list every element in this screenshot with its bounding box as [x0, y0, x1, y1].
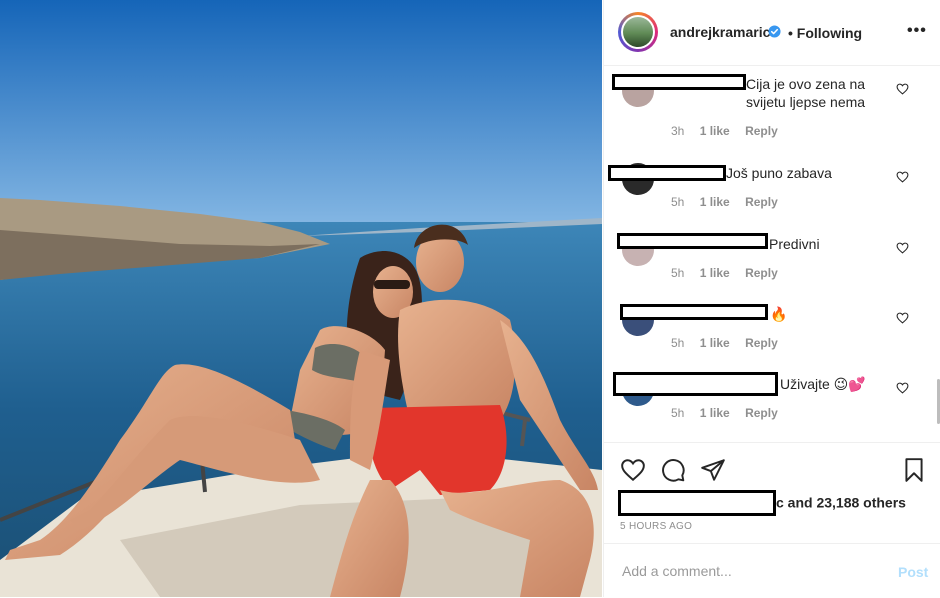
comment-time: 5h [671, 195, 685, 209]
comment-meta: 5h 1 like Reply [671, 406, 790, 420]
redacted-username [617, 233, 768, 249]
heart-icon[interactable] [896, 242, 909, 254]
add-comment-bar: Post [604, 543, 940, 598]
comment-time: 5h [671, 406, 685, 420]
reply-button[interactable]: Reply [745, 195, 778, 209]
comment-text: Cija je ovo zena na svijetu ljepse nema [746, 76, 866, 110]
comment-time: 5h [671, 336, 685, 350]
bookmark-icon[interactable] [901, 457, 927, 483]
redacted-username [612, 74, 746, 90]
redacted-username [620, 304, 768, 320]
comment-likes[interactable]: 1 like [700, 266, 730, 280]
reply-button[interactable]: Reply [745, 124, 778, 138]
comment-likes[interactable]: 1 like [700, 336, 730, 350]
redacted-username [618, 490, 776, 516]
post-header: andrejkramaric • Following ••• [604, 0, 940, 66]
reply-button[interactable]: Reply [745, 266, 778, 280]
comment-text: Predivni [769, 236, 820, 252]
following-button[interactable]: • Following [788, 25, 862, 41]
redacted-username [613, 372, 778, 396]
comment-icon[interactable] [660, 457, 686, 483]
post-timestamp: 5 HOURS AGO [620, 521, 693, 532]
profile-avatar[interactable] [618, 12, 658, 52]
likes-count-text: c and 23,188 others [776, 494, 906, 511]
add-comment-input[interactable] [620, 562, 874, 580]
heart-icon[interactable] [896, 382, 909, 394]
reply-button[interactable]: Reply [745, 406, 778, 420]
comment-likes[interactable]: 1 like [700, 406, 730, 420]
heart-icon[interactable] [896, 171, 909, 183]
post-photo [0, 0, 602, 597]
comment-likes[interactable]: 1 like [700, 124, 730, 138]
comment-meta: 5h 1 like Reply [671, 336, 790, 350]
verified-badge-icon [768, 25, 781, 38]
comment-text: Još puno zabava [726, 165, 832, 181]
post-button[interactable]: Post [898, 564, 928, 580]
heart-icon[interactable] [896, 312, 909, 324]
share-icon[interactable] [700, 457, 726, 483]
comment-likes[interactable]: 1 like [700, 195, 730, 209]
comment-time: 5h [671, 266, 685, 280]
post-sidebar: andrejkramaric • Following ••• Cija je o… [603, 0, 940, 597]
like-heart-icon[interactable] [620, 457, 646, 483]
comment-text: Uživajte 😉💕 [780, 376, 866, 392]
reply-button[interactable]: Reply [745, 336, 778, 350]
comment-meta: 3h 1 like Reply [671, 124, 790, 138]
heart-icon[interactable] [896, 83, 909, 95]
comment-meta: 5h 1 like Reply [671, 266, 790, 280]
comment-meta: 5h 1 like Reply [671, 195, 790, 209]
username[interactable]: andrejkramaric [670, 24, 770, 40]
more-options-icon[interactable]: ••• [907, 22, 927, 40]
comment-time: 3h [671, 124, 685, 138]
post-actions: c and 23,188 others 5 HOURS AGO [604, 442, 940, 543]
redacted-username [608, 165, 726, 181]
comment-text: 🔥 [770, 306, 788, 322]
likes-summary[interactable]: c and 23,188 others [618, 490, 906, 517]
comments-list: Cija je ovo zena na svijetu ljepse nema … [604, 67, 940, 442]
